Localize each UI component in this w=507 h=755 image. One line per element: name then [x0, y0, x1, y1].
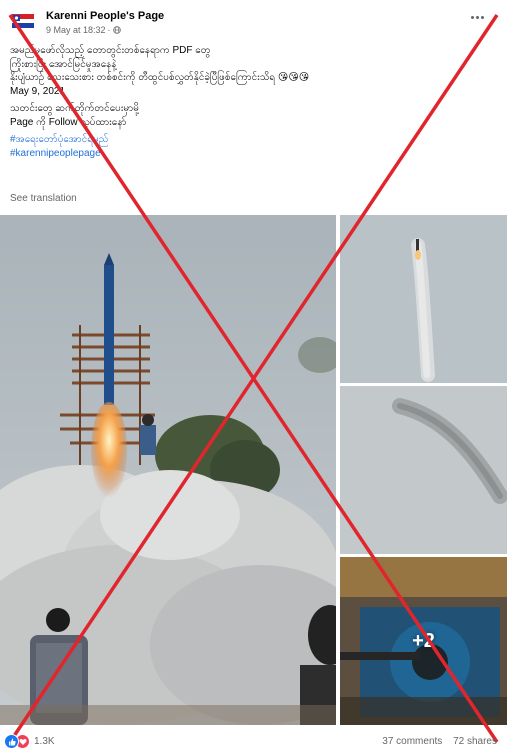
side-photo-rocket-ascent[interactable] — [340, 215, 507, 383]
hashtag-link[interactable]: #karennipeoplepage — [10, 147, 490, 161]
post-footer: 1.3K 37 comments 72 shares — [0, 728, 507, 755]
main-photo-rocket-launch[interactable] — [0, 215, 336, 725]
post-meta: 9 May at 18:32 · — [46, 25, 121, 35]
caption-line: ကြိုးစားပြီး အောင်မြင်မှုအနေနဲ့ — [10, 58, 117, 70]
reaction-count: 1.3K — [34, 736, 55, 747]
engagement-stats: 37 comments 72 shares — [382, 736, 497, 747]
side-photo-launch-equipment[interactable]: +2 — [340, 557, 507, 725]
caption-date: May 9, 2021 — [10, 85, 66, 97]
see-translation-link[interactable]: See translation — [10, 193, 77, 204]
more-photos-count[interactable]: +2 — [340, 557, 507, 725]
caption-line: နိုးပျံယာဉ် သေးသေးစား တစ်စင်းကို တီထွင်ပ… — [10, 72, 310, 83]
comments-count-link[interactable]: 37 comments — [382, 736, 442, 747]
like-icon — [4, 734, 19, 749]
globe-icon — [112, 26, 121, 34]
reactions-summary[interactable]: 1.3K — [4, 734, 55, 749]
shares-count-link[interactable]: 72 shares — [453, 736, 497, 747]
caption-line: အမည်မဖော်လိုသည့် တောတွင်းတစ်နေရာက PDF တွ… — [10, 45, 211, 56]
more-options-icon[interactable] — [466, 9, 488, 25]
karenni-flag-icon — [10, 8, 36, 34]
meta-separator: · — [107, 25, 111, 35]
post-timestamp[interactable]: 9 May at 18:32 — [46, 25, 106, 35]
facebook-post: Karenni People's Page 9 May at 18:32 · အ… — [0, 0, 507, 755]
caption-line: သတင်းတွေ ဆက်တိုက်တင်ပေးမှာမို့ — [10, 103, 139, 114]
post-caption: အမည်မဖော်လိုသည့် တောတွင်းတစ်နေရာက PDF တွ… — [10, 44, 490, 160]
hashtag-link[interactable]: #အရေးတော်ပုံအောင်ရမည် — [10, 133, 490, 147]
caption-line: Page ကို Follow လုပ်ထားနော် — [10, 116, 127, 128]
page-avatar[interactable] — [10, 8, 36, 34]
post-header: Karenni People's Page 9 May at 18:32 · — [0, 0, 507, 40]
side-photo-smoke-trail[interactable] — [340, 386, 507, 554]
page-name-link[interactable]: Karenni People's Page — [46, 10, 164, 22]
